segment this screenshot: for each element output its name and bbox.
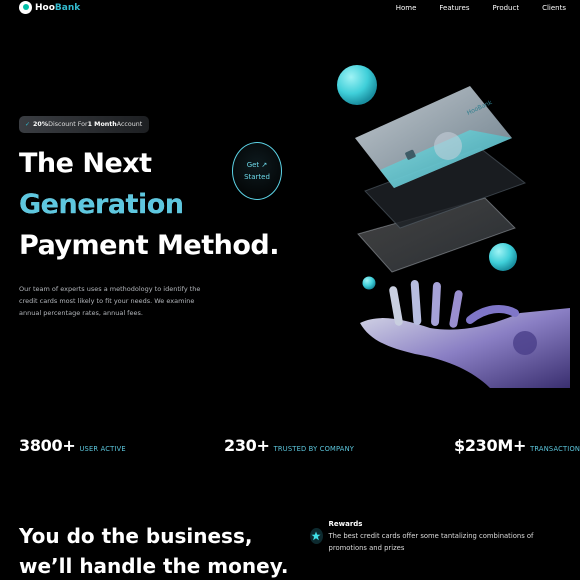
discount-icon: ✓ — [25, 121, 31, 128]
sphere-small — [362, 276, 376, 290]
stat-label: USER ACTIVE — [79, 445, 126, 453]
business-line-1: You do the business, — [19, 524, 253, 548]
business-line-2: we’ll handle the money. — [19, 554, 289, 578]
sphere-top — [337, 65, 377, 105]
logo-icon — [19, 1, 32, 14]
get-started-label: Get ↗ — [246, 161, 268, 169]
star-icon — [310, 528, 323, 544]
stat-transactions: $230M+ TRANSACTION — [454, 436, 580, 455]
nav-home[interactable]: Home — [396, 4, 417, 12]
nav-clients[interactable]: Clients — [542, 4, 566, 12]
brand-name: HooBank — [35, 2, 81, 13]
stat-label: TRUSTED BY COMPANY — [273, 445, 355, 453]
hero-illustration: HooBank — [337, 65, 570, 388]
stat-companies: 230+ TRUSTED BY COMPANY — [224, 436, 354, 455]
discount-percent: 20% — [33, 121, 49, 128]
business-headline: You do the business, we’ll handle the mo… — [19, 521, 289, 580]
brand-logo[interactable]: HooBank — [19, 1, 80, 14]
robot-hand — [360, 280, 570, 388]
get-started-button[interactable]: Get ↗ Started — [232, 142, 282, 200]
discount-suffix: Account — [116, 121, 143, 128]
nav-product[interactable]: Product — [493, 4, 520, 12]
stat-label: TRANSACTION — [530, 445, 580, 453]
discount-badge: ✓ 20% Discount For 1 Month Account — [19, 116, 149, 133]
stat-value: 230+ — [224, 436, 270, 455]
top-nav: HooBank Home Features Product Clients — [0, 0, 580, 18]
nav-features[interactable]: Features — [439, 4, 469, 12]
feature-title: Rewards — [328, 520, 363, 528]
headline-line-3: Payment Method. — [19, 230, 279, 261]
discount-period: 1 Month — [87, 121, 117, 128]
stat-users: 3800+ USER ACTIVE — [19, 436, 126, 455]
stat-value: $230M+ — [454, 436, 527, 455]
hero-description: Our team of experts uses a methodology t… — [19, 285, 201, 317]
nav-links: Home Features Product Clients — [373, 4, 566, 12]
stat-value: 3800+ — [19, 436, 76, 455]
arrow-up-right-icon: ↗ — [261, 161, 268, 169]
get-started-label-2: Started — [244, 173, 270, 181]
feature-rewards: Rewards The best credit cards offer some… — [310, 519, 550, 554]
sphere-right — [489, 243, 517, 271]
feature-description: The best credit cards offer some tantali… — [328, 532, 534, 552]
discount-text: Discount For — [48, 121, 88, 128]
